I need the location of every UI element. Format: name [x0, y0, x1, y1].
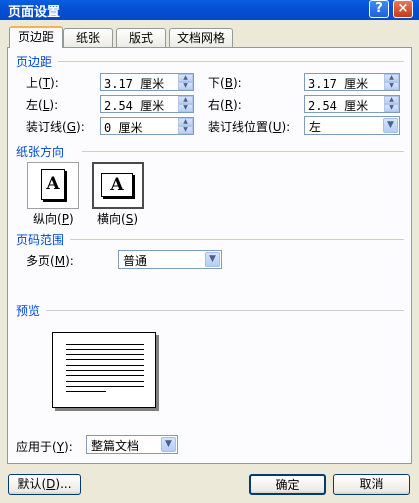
landscape-button[interactable]: A: [92, 162, 144, 209]
margins-heading: 页边距: [16, 55, 53, 69]
apply-to-label: 应用于(Y):: [16, 440, 73, 454]
spin-up-icon[interactable]: ▲: [384, 96, 399, 104]
window-title: 页面设置: [8, 5, 61, 20]
help-button[interactable]: ?: [369, 0, 389, 18]
preview-divider: [46, 310, 404, 311]
apply-to-value: 整篇文档: [91, 439, 140, 453]
landscape-label: 横向(S): [97, 212, 139, 226]
default-button-suffix: ...: [60, 477, 72, 491]
preview-text-line: [66, 365, 144, 366]
spin-down-icon[interactable]: ▼: [178, 104, 193, 112]
apply-to-dropdown[interactable]: 整篇文档 ▼: [86, 435, 178, 454]
orientation-heading: 纸张方向: [16, 145, 65, 159]
right-margin-label: 右(R):: [208, 98, 242, 112]
spin-up-icon[interactable]: ▲: [178, 118, 193, 126]
title-bar: 页面设置 ? ×: [0, 0, 419, 20]
bottom-margin-spinner[interactable]: 3.17 厘米 ▲ ▼: [304, 73, 400, 91]
bottom-margin-value: 3.17 厘米: [308, 77, 369, 91]
cancel-button[interactable]: 取消: [333, 474, 410, 495]
chevron-down-icon[interactable]: ▼: [205, 252, 220, 267]
default-button-key: D: [46, 477, 56, 491]
spin-down-icon[interactable]: ▼: [178, 126, 193, 134]
gutter-value: 0 厘米: [104, 121, 143, 135]
top-margin-label: 上(T):: [26, 76, 59, 90]
preview-text-line: [66, 359, 144, 360]
preview-text-line: [66, 375, 144, 376]
multiple-pages-label: 多页(M):: [26, 254, 74, 268]
gutter-position-label: 装订线位置(U):: [208, 120, 291, 134]
spin-down-icon[interactable]: ▼: [384, 104, 399, 112]
margins-divider: [58, 61, 404, 62]
chevron-down-icon[interactable]: ▼: [383, 118, 398, 133]
pages-heading: 页码范围: [16, 233, 65, 247]
preview-text-line: [66, 370, 144, 371]
left-margin-value: 2.54 厘米: [104, 99, 165, 113]
tab-paper[interactable]: 纸张: [63, 28, 113, 47]
top-margin-value: 3.17 厘米: [104, 77, 165, 91]
close-button[interactable]: ×: [393, 0, 413, 18]
preview-text-line: [66, 386, 144, 387]
orientation-divider: [82, 151, 404, 152]
left-margin-spinner[interactable]: 2.54 厘米 ▲ ▼: [100, 95, 194, 113]
tab-document-grid[interactable]: 文档网格: [169, 28, 233, 47]
tab-layout[interactable]: 版式: [116, 28, 166, 47]
bottom-margin-label: 下(B):: [208, 76, 242, 90]
preview-page: [52, 332, 156, 408]
portrait-button[interactable]: A: [27, 162, 79, 209]
chevron-down-icon[interactable]: ▼: [161, 437, 176, 452]
tab-margins[interactable]: 页边距: [9, 26, 63, 48]
gutter-position-value: 左: [309, 120, 322, 134]
preview-text-line: [66, 354, 144, 355]
preview-text-line: [66, 381, 144, 382]
spin-down-icon[interactable]: ▼: [178, 82, 193, 90]
right-margin-spinner[interactable]: 2.54 厘米 ▲ ▼: [304, 95, 400, 113]
spin-up-icon[interactable]: ▲: [178, 74, 193, 82]
gutter-spinner[interactable]: 0 厘米 ▲ ▼: [100, 117, 194, 135]
landscape-page-icon: A: [101, 173, 133, 197]
preview-text-line: [66, 344, 144, 345]
default-button-label: 默认: [17, 477, 42, 491]
gutter-label: 装订线(G):: [26, 120, 85, 134]
preview-text-line: [66, 349, 144, 350]
gutter-position-dropdown[interactable]: 左 ▼: [304, 116, 400, 135]
left-margin-label: 左(L):: [26, 98, 59, 112]
default-button[interactable]: 默认(D)...: [8, 474, 81, 495]
multiple-pages-value: 普通: [123, 254, 148, 268]
spin-up-icon[interactable]: ▲: [384, 74, 399, 82]
ok-button[interactable]: 确定: [249, 474, 326, 495]
portrait-label: 纵向(P): [33, 212, 74, 226]
preview-text-line: [66, 391, 106, 392]
spin-up-icon[interactable]: ▲: [178, 96, 193, 104]
portrait-page-icon: A: [41, 169, 65, 200]
pages-divider: [70, 239, 404, 240]
top-margin-spinner[interactable]: 3.17 厘米 ▲ ▼: [100, 73, 194, 91]
right-margin-value: 2.54 厘米: [308, 99, 369, 113]
spin-down-icon[interactable]: ▼: [384, 82, 399, 90]
multiple-pages-dropdown[interactable]: 普通 ▼: [118, 250, 222, 269]
preview-heading: 预览: [16, 304, 41, 318]
